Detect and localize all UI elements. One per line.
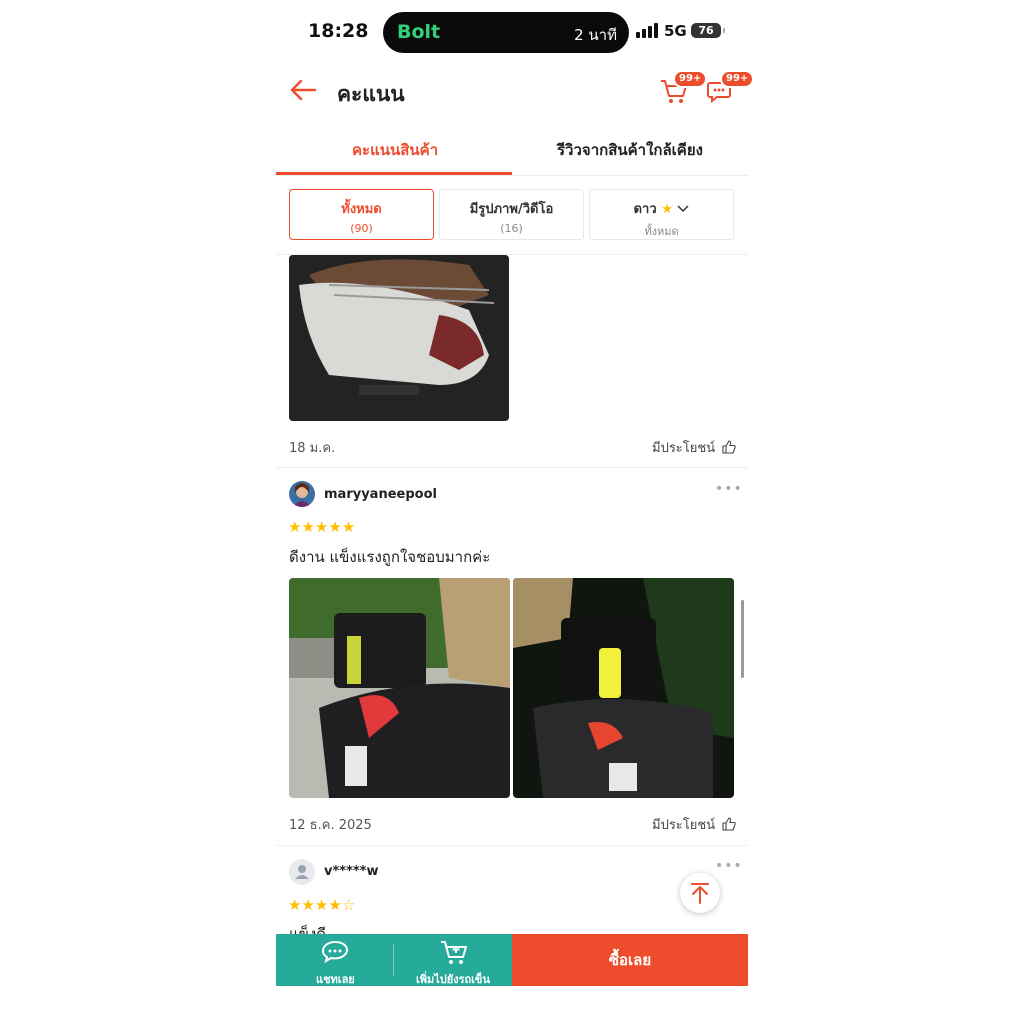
chevron-down-icon [677,205,689,213]
review-comment: ดีงาน แข็งแรงถูกใจชอบมากค่ะ [289,548,491,566]
topbox-photo-night [513,578,734,798]
chat-icon [321,940,349,964]
more-icon[interactable]: ••• [715,481,743,497]
arrow-up-icon [691,883,709,904]
helpful-button[interactable]: มีประโยชน์ [652,814,736,835]
review-date: 12 ธ.ค. 2025 [289,818,372,833]
helpful-label: มีประโยชน์ [652,441,716,456]
review-photo[interactable] [289,255,509,421]
review-photo[interactable] [289,578,510,798]
star-icon: ★ [661,202,673,217]
username: maryyaneepool [324,487,437,502]
bolt-app-label: Bolt [397,21,441,43]
cart-badge: 99+ [673,70,708,88]
battery-icon: 76 [691,23,725,38]
add-to-cart-button[interactable]: เพิ่มไปยังรถเข็น [394,934,512,986]
review-comment: แข็งดี--------- [289,925,375,934]
filter-all-count: (90) [350,222,373,235]
star-icon: ★ [288,896,302,914]
thumbs-up-icon [722,440,736,454]
star-icon: ★ [314,896,329,914]
filter-all-label: ทั้งหมด [341,202,382,217]
review-divider [276,845,748,846]
review-photo[interactable] [513,578,734,798]
chat-badge: 99+ [720,70,755,88]
chat-now-label: แชทเลย [316,973,355,986]
back-to-top-button[interactable] [680,873,720,913]
cart-button[interactable]: 99+ [659,70,708,108]
more-icon[interactable]: ••• [715,858,743,874]
page-title: คะแนน [337,82,405,106]
network-type: 5G [664,22,687,40]
rating-stars: ★★★★★ [288,518,355,536]
review-date: 18 ม.ค. [289,441,336,456]
helpful-label: มีประโยชน์ [652,818,716,833]
star-icon: ★ [341,518,356,536]
filter-media-count: (16) [500,222,523,235]
cart-plus-icon [441,941,467,964]
buy-now-button[interactable]: ซื้อเลย [512,934,748,986]
scooter-photo [289,255,509,421]
user-icon [295,865,309,879]
bottom-left-actions: แชทเลย เพิ่มไปยังรถเข็น [276,934,512,986]
rating-stars: ★★★★☆ [288,896,355,914]
dynamic-island[interactable]: Bolt 2 นาที [383,12,629,53]
bolt-app-time: 2 นาที [574,26,617,44]
filter-stars-row: ดาว ★ [590,198,733,219]
tab-product-rating[interactable]: คะแนนสินค้า [352,138,438,162]
star-icon: ★ [328,896,342,914]
filter-media-label: มีรูปภาพ/วิดีโอ [469,202,554,217]
tab-similar-reviews[interactable]: รีวิวจากสินค้าใกล้เคียง [557,138,703,162]
chat-now-button[interactable]: แชทเลย [276,934,393,986]
filter-stars[interactable]: ดาว ★ ทั้งหมด [589,189,734,240]
topbox-photo-day [289,578,510,798]
tab-divider [276,175,748,176]
filter-with-media[interactable]: มีรูปภาพ/วิดีโอ (16) [439,189,584,240]
username: v*****w [324,864,379,879]
filter-stars-label: ดาว [633,202,657,217]
helpful-button[interactable]: มีประโยชน์ [652,437,736,458]
star-outline-icon: ☆ [341,896,356,914]
back-arrow-icon[interactable] [289,78,317,102]
thumbs-up-icon [722,817,736,831]
signal-icon [636,22,660,38]
star-icon: ★ [314,518,329,536]
bottom-action-bar: แชทเลย เพิ่มไปยังรถเข็น ซื้อเลย [276,934,748,986]
star-icon: ★ [328,518,342,536]
star-icon: ★ [288,518,302,536]
star-icon: ★ [301,896,315,914]
scrollbar[interactable] [741,600,744,678]
status-time: 18:28 [308,20,369,42]
avatar [289,481,315,507]
chat-button[interactable]: 99+ [706,70,755,108]
review-divider [276,467,748,468]
avatar [289,859,315,885]
filter-stars-sub: ทั้งหมด [644,225,679,238]
add-to-cart-label: เพิ่มไปยังรถเข็น [416,973,490,986]
star-icon: ★ [301,518,315,536]
battery-level: 76 [698,24,714,37]
filter-all[interactable]: ทั้งหมด (90) [289,189,434,240]
